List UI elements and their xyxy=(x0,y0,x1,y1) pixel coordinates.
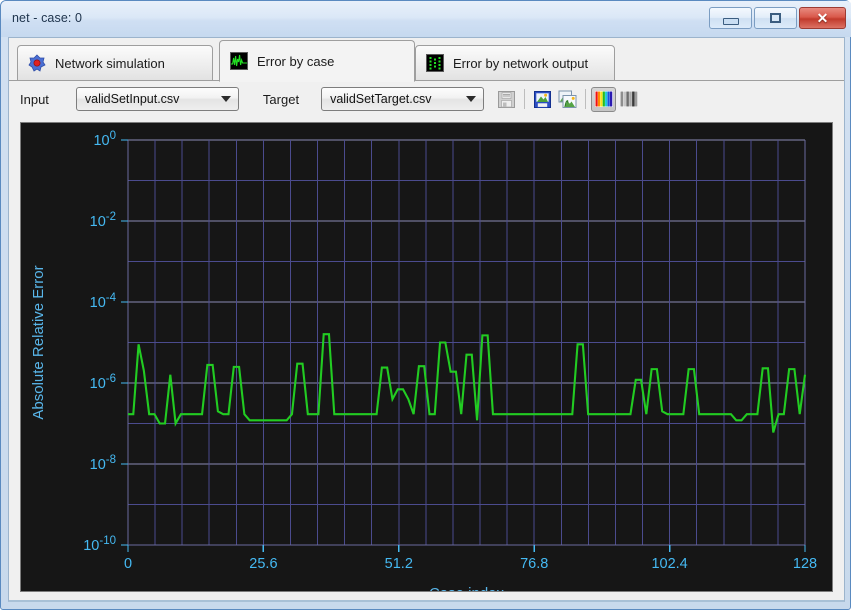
svg-text:76.8: 76.8 xyxy=(520,556,548,572)
target-select-value: validSetTarget.csv xyxy=(330,92,431,106)
gray-bars-icon xyxy=(620,91,638,107)
copy-image-icon xyxy=(558,90,577,109)
minimize-icon xyxy=(723,18,739,25)
chevron-down-icon xyxy=(466,96,476,102)
copy-image-button[interactable] xyxy=(555,87,580,112)
save-button[interactable] xyxy=(494,87,519,112)
color-palette-button[interactable] xyxy=(591,87,616,112)
svg-text:100: 100 xyxy=(93,130,116,149)
tab-network-simulation[interactable]: Network simulation xyxy=(17,45,213,81)
close-icon: ✕ xyxy=(817,11,829,25)
network-node-icon xyxy=(28,54,46,72)
input-select[interactable]: validSetInput.csv xyxy=(76,87,239,111)
tab-error-by-network-output[interactable]: Error by network output xyxy=(415,45,615,81)
svg-text:10-6: 10-6 xyxy=(90,373,116,392)
maximize-icon xyxy=(770,13,781,23)
tab-error-by-case[interactable]: Error by case xyxy=(219,40,415,82)
dotted-bars-icon xyxy=(426,54,444,72)
x-axis-label: Case index xyxy=(429,585,505,591)
svg-text:10-4: 10-4 xyxy=(90,292,117,311)
y-axis-label: Absolute Relative Error xyxy=(30,265,47,419)
waveform-icon xyxy=(230,52,248,70)
maximize-button[interactable] xyxy=(754,7,797,29)
toolbar-separator xyxy=(524,89,525,109)
svg-text:51.2: 51.2 xyxy=(385,556,413,572)
toolbar: Input validSetInput.csv Target validSetT… xyxy=(9,81,844,117)
title-bar: net - case: 0 ✕ xyxy=(1,1,851,37)
tab-label: Network simulation xyxy=(55,56,165,71)
target-label: Target xyxy=(263,92,299,107)
floppy-disk-icon xyxy=(497,90,516,109)
svg-text:10-2: 10-2 xyxy=(90,211,116,230)
minimize-button[interactable] xyxy=(709,7,752,29)
chevron-down-icon xyxy=(221,96,231,102)
grayscale-palette-button[interactable] xyxy=(616,87,641,112)
target-select[interactable]: validSetTarget.csv xyxy=(321,87,484,111)
error-by-case-chart: 100 10-2 10-4 10-6 10-8 10-10 0 25.6 51.2 76.8 102… xyxy=(21,123,832,591)
color-bars-icon xyxy=(595,91,613,107)
svg-text:10-8: 10-8 xyxy=(90,454,116,473)
tab-strip: Network simulation Error by case xyxy=(9,38,844,81)
toolbar-separator xyxy=(585,89,586,109)
close-button[interactable]: ✕ xyxy=(799,7,846,29)
svg-text:128: 128 xyxy=(793,556,817,572)
tab-label: Error by case xyxy=(257,54,334,69)
window-title: net - case: 0 xyxy=(12,11,82,25)
plot-panel: 100 10-2 10-4 10-6 10-8 10-10 0 25.6 51.2 76.8 102… xyxy=(20,122,833,592)
svg-text:25.6: 25.6 xyxy=(249,556,277,572)
client-area: Network simulation Error by case xyxy=(8,37,845,602)
application-window: net - case: 0 ✕ Net xyxy=(0,0,851,610)
window-controls: ✕ xyxy=(709,7,846,29)
tab-label: Error by network output xyxy=(453,56,588,71)
save-image-icon xyxy=(533,90,552,109)
svg-text:10-10: 10-10 xyxy=(83,535,116,554)
input-select-value: validSetInput.csv xyxy=(85,92,180,106)
input-label: Input xyxy=(20,92,49,107)
save-image-button[interactable] xyxy=(530,87,555,112)
svg-text:102.4: 102.4 xyxy=(651,556,687,572)
svg-text:0: 0 xyxy=(124,556,132,572)
